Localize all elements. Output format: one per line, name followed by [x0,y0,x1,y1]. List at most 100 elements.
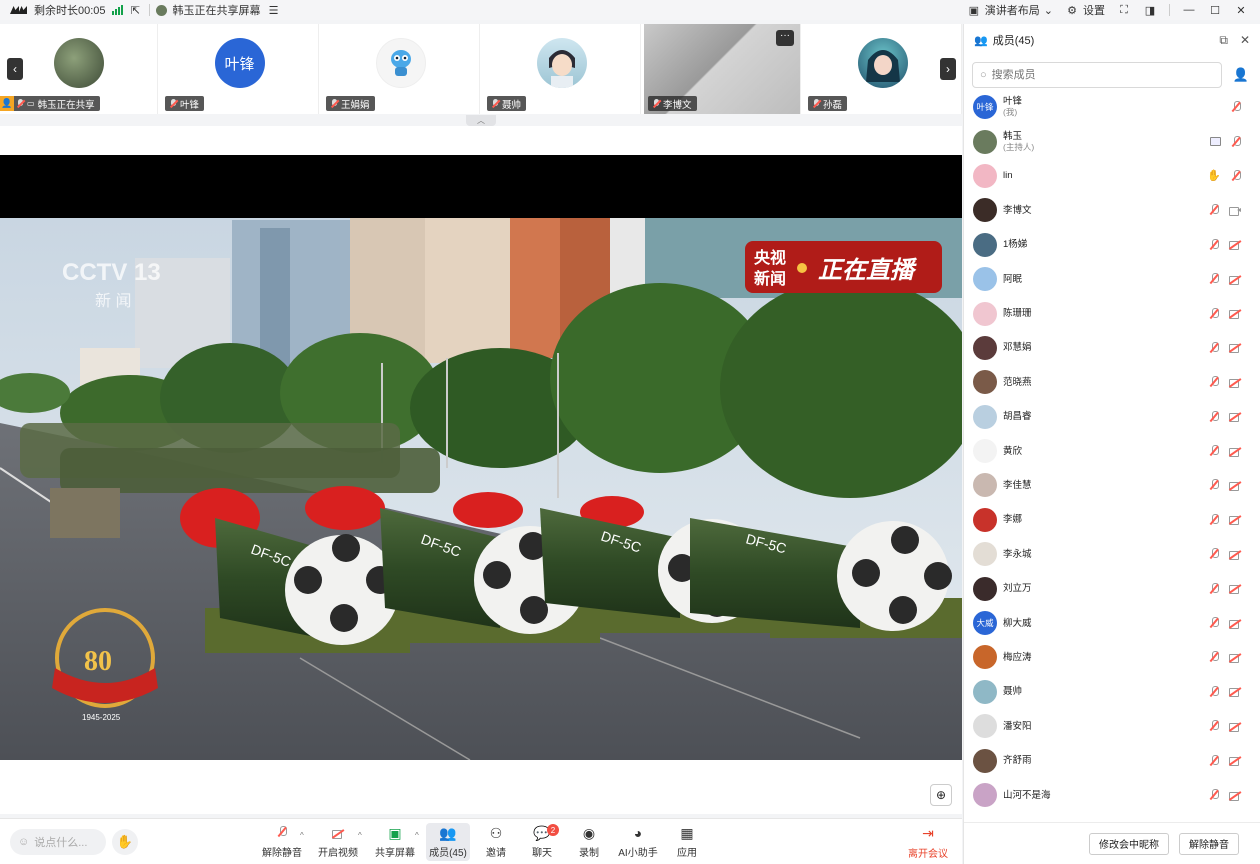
audio-options-caret[interactable]: ^ [300,831,304,840]
member-row[interactable]: 韩玉 (主持人) [964,124,1260,158]
member-row[interactable]: 刘立万 [964,571,1260,605]
member-row[interactable]: 梅应涛 [964,640,1260,674]
layout-button[interactable]: ▣ 演讲者布局 ⌄ [967,2,1053,18]
unmute-all-button[interactable]: 解除静音 [1179,832,1239,855]
share-screen-button[interactable]: ▣ 共享屏幕 [375,823,415,861]
mic-muted-icon[interactable] [1209,341,1219,354]
member-search[interactable]: ○ [972,62,1222,88]
mic-muted-icon[interactable] [1209,754,1219,767]
fullscreen-icon[interactable]: ⛶ [1117,3,1131,17]
mic-muted-icon[interactable] [1209,376,1219,388]
raise-hand-button[interactable]: ✋ [112,829,138,855]
mic-muted-icon[interactable] [1231,169,1241,182]
camera-off-icon[interactable] [1229,275,1241,285]
invite-button[interactable]: ⚇ 邀请 [479,823,513,861]
strip-prev-button[interactable]: ‹ [7,58,23,80]
add-member-button[interactable]: 👤 [1230,64,1252,86]
camera-off-icon[interactable] [1229,412,1241,423]
member-row[interactable]: 阿眠 [964,262,1260,296]
start-video-button[interactable]: 开启视频 [318,823,358,861]
close-panel-icon[interactable]: ✕ [1240,33,1250,48]
mic-muted-icon[interactable] [1209,685,1219,698]
ai-assistant-button[interactable]: ◕ AI小助手 [616,823,660,861]
camera-off-icon[interactable] [1229,515,1241,526]
share-options-caret[interactable]: ^ [415,831,419,840]
maximize-icon[interactable]: ☐ [1208,3,1222,17]
popout-panel-icon[interactable]: ⧉ [1219,33,1228,48]
signal-icon[interactable] [111,5,123,15]
mic-muted-icon[interactable] [1209,410,1219,423]
minimize-icon[interactable]: — [1182,3,1196,17]
participant-tile[interactable]: 王娟娟 [322,24,480,114]
mic-muted-icon[interactable] [1209,479,1219,491]
camera-off-icon[interactable] [1229,756,1241,767]
member-row[interactable]: 范晓燕 [964,365,1260,399]
unmute-button[interactable]: 解除静音 [262,823,302,861]
mic-muted-icon[interactable] [1209,204,1219,216]
mic-muted-icon[interactable] [1209,548,1219,560]
mic-muted-icon[interactable] [1209,513,1219,526]
member-row[interactable]: 李佳慧 [964,468,1260,502]
mic-muted-icon[interactable] [1209,307,1219,320]
member-row[interactable]: 李永城 [964,537,1260,571]
camera-off-icon[interactable] [1229,240,1241,251]
apps-button[interactable]: ▦ 应用 [670,823,704,861]
members-button[interactable]: 👥 成员(45) [426,823,470,861]
camera-off-icon[interactable] [1229,481,1241,491]
camera-off-icon[interactable] [1229,550,1241,560]
member-row[interactable]: 聂帅 [964,675,1260,709]
mic-muted-icon[interactable] [1209,273,1219,285]
camera-off-icon[interactable] [1229,791,1241,801]
camera-off-icon[interactable] [1229,653,1241,663]
mic-muted-icon[interactable] [1209,617,1219,629]
more-options-icon[interactable]: ··· [776,30,794,46]
member-row[interactable]: 齐舒雨 [964,743,1260,777]
quick-chat-input[interactable]: ☺ 说点什么... [10,829,106,855]
mic-muted-icon[interactable] [1231,101,1241,113]
participant-video-tile[interactable]: ··· 李博文 [644,24,801,114]
leave-meeting-button[interactable]: ⇥ 离开会议 [908,823,948,861]
settings-button[interactable]: ⚙ 设置 [1065,2,1105,18]
collapse-strip-button[interactable]: ︿ [466,115,496,126]
member-row[interactable]: 叶锋 叶锋 (我) [964,90,1260,124]
mic-muted-icon[interactable] [1209,651,1219,663]
camera-on-icon[interactable] [1229,206,1241,216]
strip-next-button[interactable]: › [940,58,956,80]
camera-off-icon[interactable] [1229,447,1241,457]
chat-button[interactable]: 💬 2 聊天 [525,823,559,861]
member-row[interactable]: 陈珊珊 [964,296,1260,330]
share-menu-icon[interactable]: ☰ [267,3,281,17]
mic-muted-icon[interactable] [1231,135,1241,148]
member-row[interactable]: 李娜 [964,503,1260,537]
participant-tile[interactable]: 聂帅 [483,24,641,114]
member-row[interactable]: 胡昌睿 [964,400,1260,434]
member-row[interactable]: 邓慧娟 [964,331,1260,365]
mic-muted-icon[interactable] [1209,582,1219,595]
camera-off-icon[interactable] [1229,309,1241,320]
video-options-caret[interactable]: ^ [358,831,362,840]
participant-tile[interactable]: 叶锋 叶锋 [161,24,319,114]
popout-icon[interactable]: ⇱ [129,3,143,17]
member-row[interactable]: lin ✋ [964,159,1260,193]
close-icon[interactable]: ✕ [1234,3,1248,17]
member-row[interactable]: 1杨娣 [964,228,1260,262]
mic-muted-icon[interactable] [1209,445,1219,457]
camera-off-icon[interactable] [1229,378,1241,388]
record-button[interactable]: ◉ 录制 [572,823,606,861]
camera-off-icon[interactable] [1229,584,1241,595]
member-row[interactable]: 黄欣 [964,434,1260,468]
sidebar-toggle-icon[interactable]: ◨ [1143,3,1157,17]
camera-off-icon[interactable] [1229,619,1241,629]
participant-tile[interactable]: 👤 ▭ 韩玉正在共享 [0,24,158,114]
camera-off-icon[interactable] [1229,343,1241,354]
rename-button[interactable]: 修改会中昵称 [1089,832,1169,855]
shared-screen[interactable]: DF-5C DF-5C DF-5C DF-5C CCTV 13 新 闻 央视 新… [0,126,962,814]
member-row[interactable]: 潘安阳 [964,709,1260,743]
mic-muted-icon[interactable] [1209,789,1219,801]
member-search-input[interactable] [991,69,1172,81]
mic-muted-icon[interactable] [1209,238,1219,251]
mic-muted-icon[interactable] [1209,720,1219,732]
participant-tile[interactable]: 孙磊 [804,24,962,114]
member-row[interactable]: 大威 柳大威 [964,606,1260,640]
member-row[interactable]: 李博文 [964,193,1260,227]
